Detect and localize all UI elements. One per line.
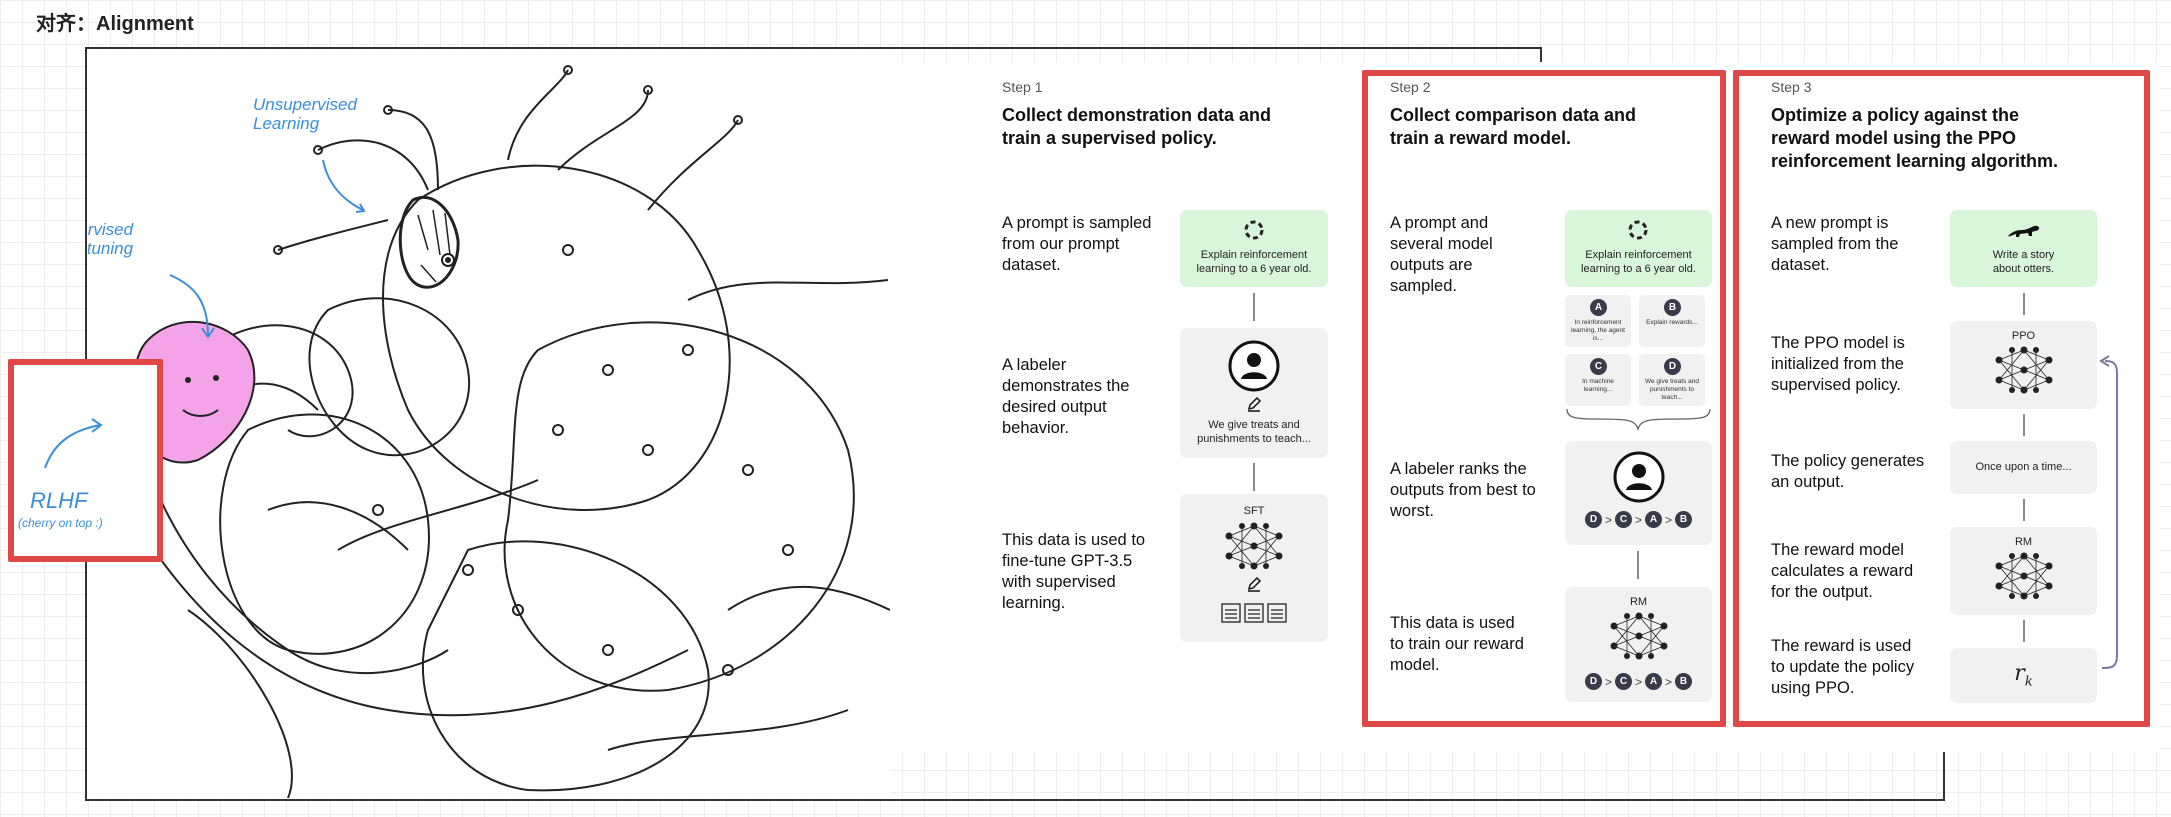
documents-icon (1221, 603, 1287, 623)
pencil-icon (1247, 396, 1262, 412)
step1-labeler-card: We give treats and punishments to teach.… (1180, 328, 1328, 458)
step1-prompt-text: Explain reinforcement learning to a 6 ye… (1196, 249, 1312, 275)
step1-arrow-2 (1253, 463, 1255, 491)
step2-highlight-box (1362, 70, 1726, 727)
step1-prompt-card: Explain reinforcement learning to a 6 ye… (1180, 210, 1328, 287)
step1-desc-3: This data is used to fine-tune GPT-3.5 w… (1002, 531, 1146, 612)
rlhf-highlight-box (8, 359, 163, 562)
step1-desc-2: A labeler demonstrates the desired outpu… (1002, 356, 1130, 437)
step1-demo-text: We give treats and punishments to teach.… (1197, 419, 1311, 445)
unsupervised-learning-label: Unsupervised Learning (253, 95, 357, 133)
step1-title: Collect demonstration data and train a s… (1002, 105, 1272, 148)
neural-net-icon (1225, 522, 1283, 570)
step1-desc-1: A prompt is sampled from our prompt data… (1002, 214, 1152, 274)
step1-arrow-1 (1253, 293, 1255, 321)
step3-highlight-box (1733, 70, 2150, 727)
shoggoth-illustration: Unsupervised Learning Supervised Fine-tu… (88, 50, 890, 798)
step1-sft-card: SFT (1180, 494, 1328, 642)
shoggoth-sketch (99, 65, 890, 798)
step1-sft-label: SFT (1243, 505, 1265, 517)
pencil-icon (1247, 576, 1262, 592)
step1-label: Step 1 (1002, 79, 1043, 95)
loading-icon (1244, 220, 1264, 240)
labeler-person-icon (1228, 340, 1280, 392)
